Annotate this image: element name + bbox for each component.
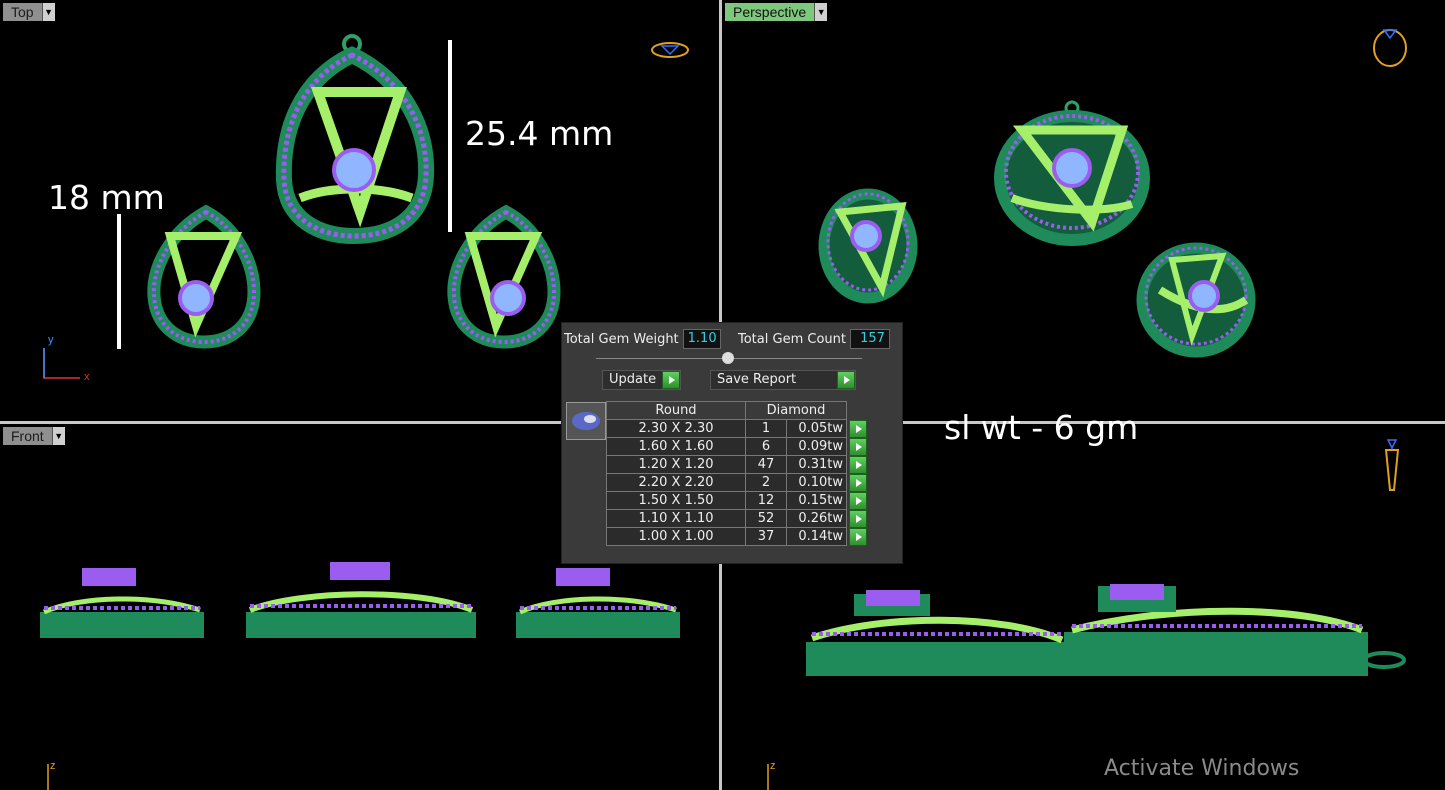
ring-navigator-icon — [1384, 439, 1400, 491]
right-pendant-top — [447, 204, 561, 349]
left-pendant-front — [40, 568, 204, 638]
play-icon[interactable] — [849, 491, 867, 510]
column-header-material: Diamond — [745, 401, 847, 420]
gem-weight: 0.26tw — [786, 509, 847, 528]
axis-y-label: y — [48, 334, 54, 346]
row-action[interactable] — [846, 527, 868, 546]
gem-count: 47 — [745, 455, 787, 474]
table-row: 1.00 X 1.00 37 0.14tw — [606, 527, 868, 546]
gem-weight: 0.10tw — [786, 473, 847, 492]
table-row: 1.60 X 1.60 6 0.09tw — [606, 437, 868, 456]
dimension-line-small — [117, 214, 121, 349]
play-icon[interactable] — [849, 509, 867, 528]
gem-count: 1 — [745, 419, 787, 438]
gem-weight: 0.09tw — [786, 437, 847, 456]
play-icon[interactable] — [849, 527, 867, 546]
table-row: 1.20 X 1.20 47 0.31tw — [606, 455, 868, 474]
gem-count: 2 — [745, 473, 787, 492]
gem-weight: 0.15tw — [786, 491, 847, 510]
gem-count: 12 — [745, 491, 787, 510]
right-pendant-front — [516, 568, 680, 638]
axis-z-label-front: z — [50, 760, 56, 772]
row-action[interactable] — [846, 509, 868, 528]
left-pendant-top — [147, 204, 261, 349]
table-row: 2.20 X 2.20 2 0.10tw — [606, 473, 868, 492]
center-pendant-front — [246, 562, 476, 638]
gem-thumbnail[interactable] — [566, 402, 606, 440]
activate-windows-watermark: Activate Windows — [1104, 756, 1300, 781]
gem-count: 52 — [745, 509, 787, 528]
left-pendant-perspective — [818, 188, 918, 304]
row-action[interactable] — [846, 455, 868, 474]
gem-table: Round Diamond 2.30 X 2.30 1 0.05tw 1.60 X 1… — [606, 401, 868, 546]
play-icon[interactable] — [849, 455, 867, 474]
gem-table-header: Round Diamond — [606, 401, 868, 420]
gem-size: 2.20 X 2.20 — [606, 473, 746, 492]
play-icon — [837, 371, 855, 389]
gem-weight: 0.31tw — [786, 455, 847, 474]
axis-z-label-right: z — [770, 760, 776, 772]
gem-size: 2.30 X 2.30 — [606, 419, 746, 438]
gem-report-panel: Total Gem Weight 1.10 Total Gem Count 15… — [561, 322, 903, 564]
dimension-line-large — [448, 40, 452, 232]
gem-weight: 0.05tw — [786, 419, 847, 438]
row-action[interactable] — [846, 491, 868, 510]
gem-count: 6 — [745, 437, 787, 456]
table-row: 1.10 X 1.10 52 0.26tw — [606, 509, 868, 528]
gem-size: 1.20 X 1.20 — [606, 455, 746, 474]
save-report-button[interactable]: Save Report — [710, 370, 856, 390]
gem-count: 37 — [745, 527, 787, 546]
total-gem-weight-label: Total Gem Weight — [564, 331, 679, 347]
ring-navigator-icon — [651, 42, 689, 58]
large-pendant-top — [275, 34, 435, 245]
table-row: 1.50 X 1.50 12 0.15tw — [606, 491, 868, 510]
large-pendant-perspective — [994, 100, 1150, 246]
gem-size: 1.60 X 1.60 — [606, 437, 746, 456]
gem-size: 1.50 X 1.50 — [606, 491, 746, 510]
row-action[interactable] — [846, 419, 868, 438]
axis-x-label: x — [84, 371, 90, 383]
ring-navigator-icon — [1373, 29, 1407, 67]
gem-weight: 0.14tw — [786, 527, 847, 546]
play-icon[interactable] — [849, 473, 867, 492]
pendants-side-view — [806, 584, 1406, 676]
right-pendant-perspective — [1136, 242, 1256, 358]
gem-size: 1.00 X 1.00 — [606, 527, 746, 546]
save-report-button-label: Save Report — [717, 372, 797, 387]
row-action[interactable] — [846, 473, 868, 492]
dimension-label-small: 18 mm — [48, 178, 165, 217]
total-gem-weight-value: 1.10 — [682, 329, 721, 349]
round-gem-icon — [572, 412, 600, 430]
column-header-shape: Round — [606, 401, 746, 420]
gem-size: 1.10 X 1.10 — [606, 509, 746, 528]
play-icon[interactable] — [849, 437, 867, 456]
update-button-label: Update — [609, 372, 657, 387]
total-gem-count-row: Total Gem Count 157 — [738, 329, 890, 349]
play-icon[interactable] — [849, 419, 867, 438]
row-action[interactable] — [846, 437, 868, 456]
dimension-label-large: 25.4 mm — [465, 114, 614, 153]
play-icon — [662, 371, 681, 389]
silver-weight-label: sl wt - 6 gm — [944, 408, 1139, 447]
collapse-toggle-icon[interactable] — [722, 352, 734, 364]
table-row: 2.30 X 2.30 1 0.05tw — [606, 419, 868, 438]
total-gem-count-value: 157 — [849, 329, 890, 349]
total-gem-weight-row: Total Gem Weight 1.10 — [564, 329, 721, 349]
update-button[interactable]: Update — [602, 370, 682, 390]
total-gem-count-label: Total Gem Count — [738, 331, 846, 347]
